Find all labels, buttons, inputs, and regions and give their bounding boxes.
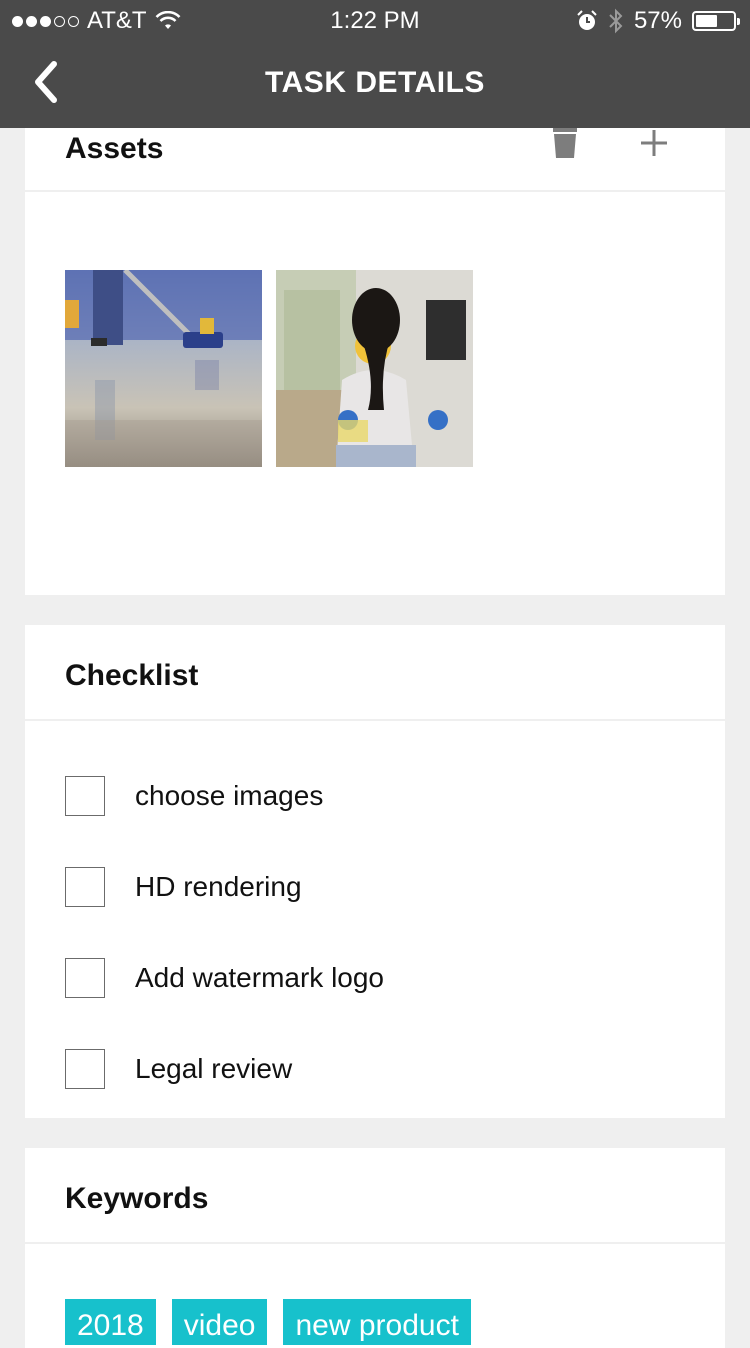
battery-percent: 57% [633,7,682,34]
keyword-tag[interactable]: new product [283,1299,471,1345]
page-title: TASK DETAILS [265,66,485,99]
checklist-item[interactable]: Add watermark logo [65,958,384,998]
keyword-tag[interactable]: video [171,1299,268,1345]
keywords-card: Keywords 2018 video new product [25,1148,725,1348]
status-bar: AT&T 1:22 PM 57% [0,0,750,40]
asset-thumbnail-floor-cleaning[interactable] [65,270,262,467]
keyword-tags: 2018 video new product [65,1299,471,1345]
checklist-item[interactable]: Legal review [65,1049,292,1089]
keyword-tag[interactable]: 2018 [65,1299,156,1345]
checkbox[interactable] [65,1049,105,1089]
delete-asset-button[interactable] [551,128,579,160]
checkbox[interactable] [65,958,105,998]
floor-cleaning-photo [65,270,262,467]
checklist-item-label: choose images [135,780,324,811]
checklist-card: Checklist choose images HD rendering Add… [25,625,725,1118]
assets-card: Assets [25,128,725,595]
checkbox[interactable] [65,776,105,816]
battery-icon [692,11,740,31]
checklist-item-label: Legal review [135,1053,293,1084]
trash-icon [553,128,577,158]
bluetooth-icon [609,8,623,34]
checklist-title: Checklist [65,659,199,692]
checkbox[interactable] [65,867,105,907]
status-icons: 57% [576,7,740,35]
nav-bar: TASK DETAILS [0,40,750,128]
keywords-title: Keywords [65,1182,209,1215]
asset-thumbnail-woman-cleaning[interactable] [276,270,473,467]
keywords-header: Keywords [25,1148,725,1244]
checklist-item-label: Add watermark logo [135,962,385,993]
woman-cleaning-photo [276,270,473,467]
checklist-item[interactable]: HD rendering [65,867,302,907]
plus-icon [641,130,667,156]
alarm-icon [577,10,597,30]
add-asset-button[interactable] [639,128,669,158]
checklist-item-label: HD rendering [135,871,302,902]
checklist-item[interactable]: choose images [65,776,323,816]
checklist-header: Checklist [25,625,725,721]
assets-header: Assets [25,128,725,192]
assets-title: Assets [65,132,164,165]
